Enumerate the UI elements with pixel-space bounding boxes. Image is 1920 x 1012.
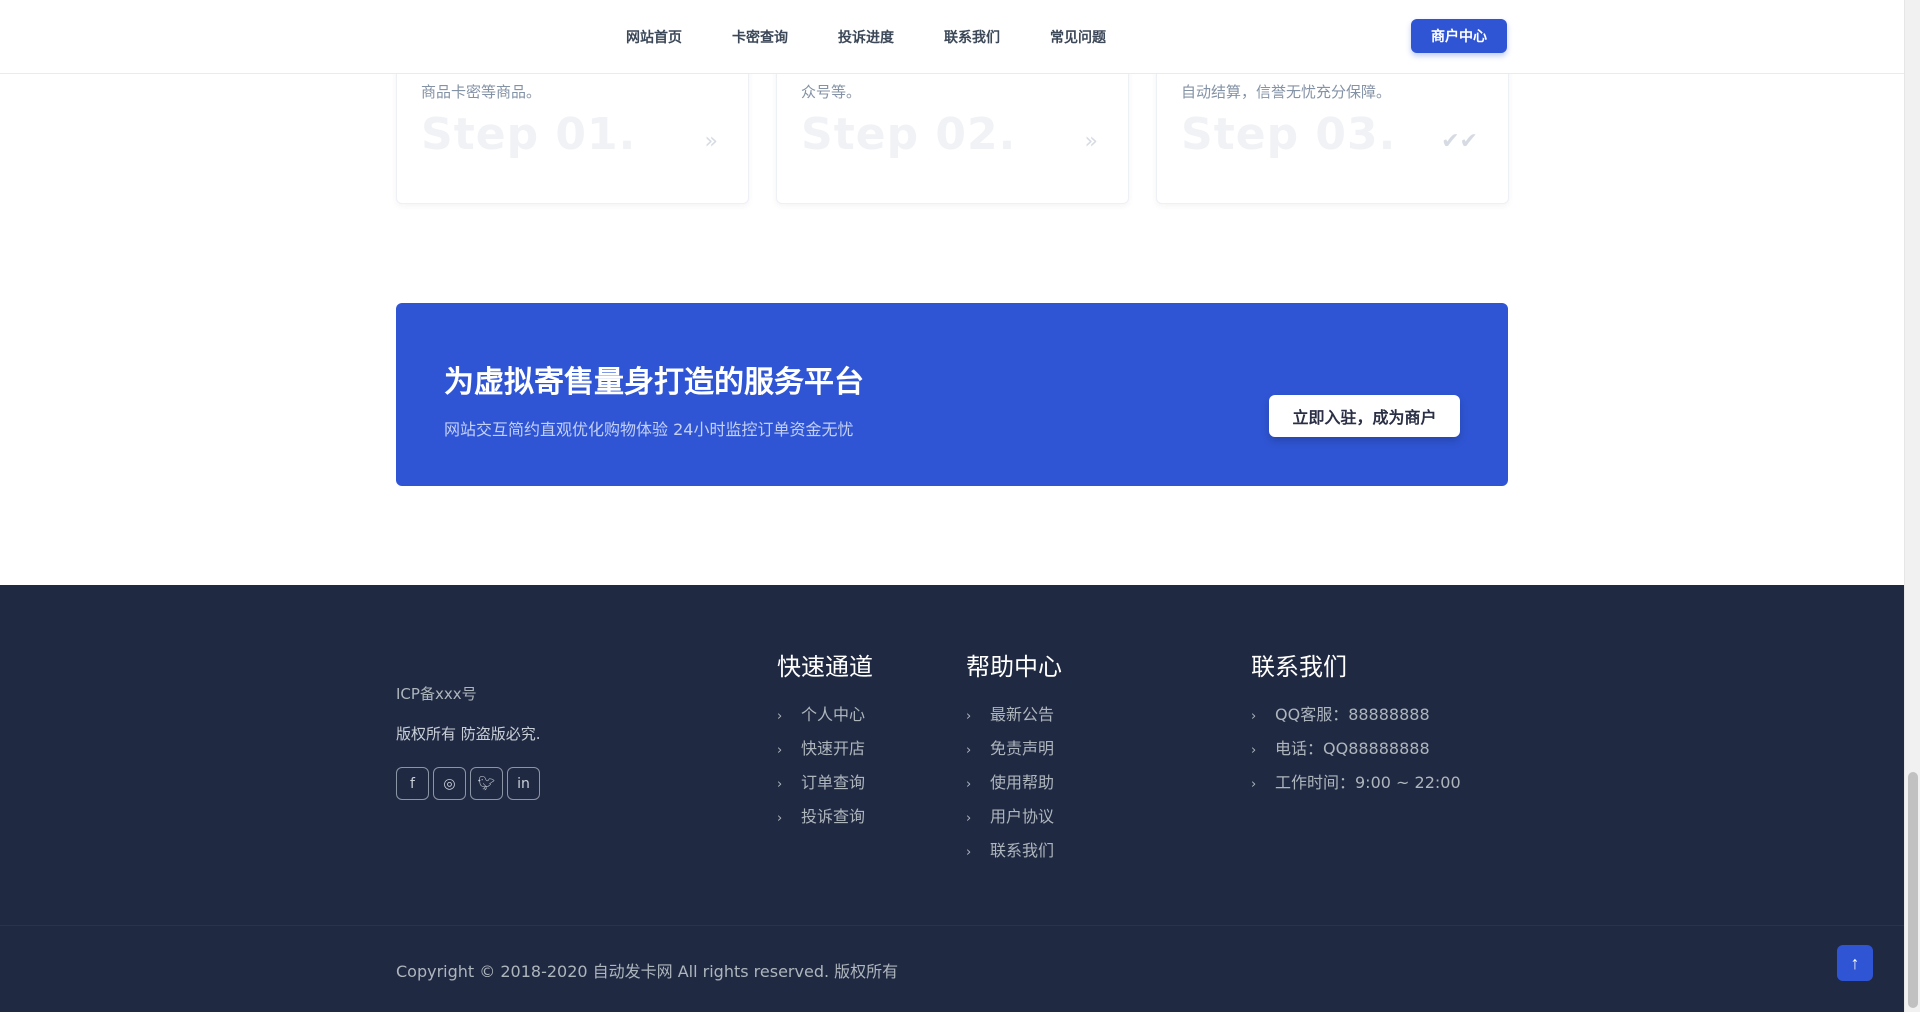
linkedin-icon[interactable]: in xyxy=(507,767,540,800)
help-center-column: 帮助中心 › 最新公告 › 免责声明 › 使用帮助 › 用户协议 › 联系我们 xyxy=(966,647,1062,868)
nav-home[interactable]: 网站首页 xyxy=(626,27,682,47)
rights-text: 版权所有 防盗版必究. xyxy=(396,725,541,743)
site-footer: ICP备xxx号 版权所有 防盗版必究. f ◎ 🐦︎ in 快速通道 › 个人中… xyxy=(0,585,1904,1012)
contact-item: › QQ客服：88888888 xyxy=(1251,698,1461,732)
nav-card-query[interactable]: 卡密查询 xyxy=(732,27,788,47)
scrollbar-thumb[interactable] xyxy=(1908,772,1918,1008)
quick-links-column: 快速通道 › 个人中心 › 快速开店 › 订单查询 › 投诉查询 xyxy=(777,647,873,834)
icp-number: ICP备xxx号 xyxy=(396,685,477,703)
join-merchant-button[interactable]: 立即入驻，成为商户 xyxy=(1269,395,1460,437)
vertical-scrollbar[interactable] xyxy=(1904,0,1920,1012)
arrow-up-icon: ↑ xyxy=(1850,952,1860,973)
main-nav: 网站首页 卡密查询 投诉进度 联系我们 常见问题 xyxy=(626,0,1156,74)
chevron-right-icon: › xyxy=(966,845,972,860)
step-desc: 自动结算，信誉无忧充分保障。 xyxy=(1181,83,1392,101)
contact-item: › 电话：QQ88888888 xyxy=(1251,732,1461,766)
help-link-item[interactable]: › 用户协议 xyxy=(966,800,1062,834)
facebook-icon[interactable]: f xyxy=(396,767,429,800)
chevron-right-icon: › xyxy=(966,743,972,758)
step-number: Step 03. xyxy=(1181,109,1397,160)
chevron-right-icon: › xyxy=(966,777,972,792)
chevron-right-icon: › xyxy=(777,743,783,758)
help-link-item[interactable]: › 最新公告 xyxy=(966,698,1062,732)
twitter-icon[interactable]: 🐦︎ xyxy=(470,767,503,800)
instagram-icon[interactable]: ◎ xyxy=(433,767,466,800)
chevron-right-icon: › xyxy=(777,709,783,724)
chevron-right-icon: › xyxy=(1251,709,1257,724)
quick-link-item[interactable]: › 快速开店 xyxy=(777,732,873,766)
quick-links-title: 快速通道 xyxy=(777,653,873,681)
contact-item: › 工作时间：9:00 ~ 22:00 xyxy=(1251,766,1461,800)
help-link-item[interactable]: › 使用帮助 xyxy=(966,766,1062,800)
double-check-icon: ✔✔ xyxy=(1441,129,1478,154)
double-chevron-right-icon: » xyxy=(1084,129,1098,154)
site-header: 网站首页 卡密查询 投诉进度 联系我们 常见问题 商户中心 xyxy=(0,0,1904,74)
back-to-top-button[interactable]: ↑ xyxy=(1837,945,1873,981)
copyright-text: Copyright © 2018-2020 自动发卡网 All rights r… xyxy=(396,962,899,981)
contact-column: 联系我们 › QQ客服：88888888 › 电话：QQ88888888 › 工作时间… xyxy=(1251,647,1461,800)
contact-title: 联系我们 xyxy=(1251,653,1347,681)
quick-link-item[interactable]: › 投诉查询 xyxy=(777,800,873,834)
cta-banner: 为虚拟寄售量身打造的服务平台 网站交互简约直观优化购物体验 24小时监控订单资金… xyxy=(396,303,1508,486)
step-desc: 商品卡密等商品。 xyxy=(421,83,542,101)
chevron-right-icon: › xyxy=(966,709,972,724)
merchant-center-button[interactable]: 商户中心 xyxy=(1411,19,1507,53)
chevron-right-icon: › xyxy=(777,777,783,792)
help-center-title: 帮助中心 xyxy=(966,653,1062,681)
cta-title: 为虚拟寄售量身打造的服务平台 xyxy=(444,365,864,400)
help-link-item[interactable]: › 联系我们 xyxy=(966,834,1062,868)
chevron-right-icon: › xyxy=(966,811,972,826)
step-desc: 众号等。 xyxy=(801,83,862,101)
step-number: Step 01. xyxy=(421,109,637,160)
chevron-right-icon: › xyxy=(777,811,783,826)
nav-contact[interactable]: 联系我们 xyxy=(944,27,1000,47)
step-number: Step 02. xyxy=(801,109,1017,160)
footer-divider xyxy=(0,925,1904,926)
double-chevron-right-icon: » xyxy=(704,129,718,154)
quick-link-item[interactable]: › 个人中心 xyxy=(777,698,873,732)
cta-subtitle: 网站交互简约直观优化购物体验 24小时监控订单资金无忧 xyxy=(444,420,854,439)
help-link-item[interactable]: › 免责声明 xyxy=(966,732,1062,766)
social-links: f ◎ 🐦︎ in xyxy=(396,767,544,800)
quick-link-item[interactable]: › 订单查询 xyxy=(777,766,873,800)
nav-complaint-progress[interactable]: 投诉进度 xyxy=(838,27,894,47)
nav-faq[interactable]: 常见问题 xyxy=(1050,27,1106,47)
chevron-right-icon: › xyxy=(1251,743,1257,758)
chevron-right-icon: › xyxy=(1251,777,1257,792)
